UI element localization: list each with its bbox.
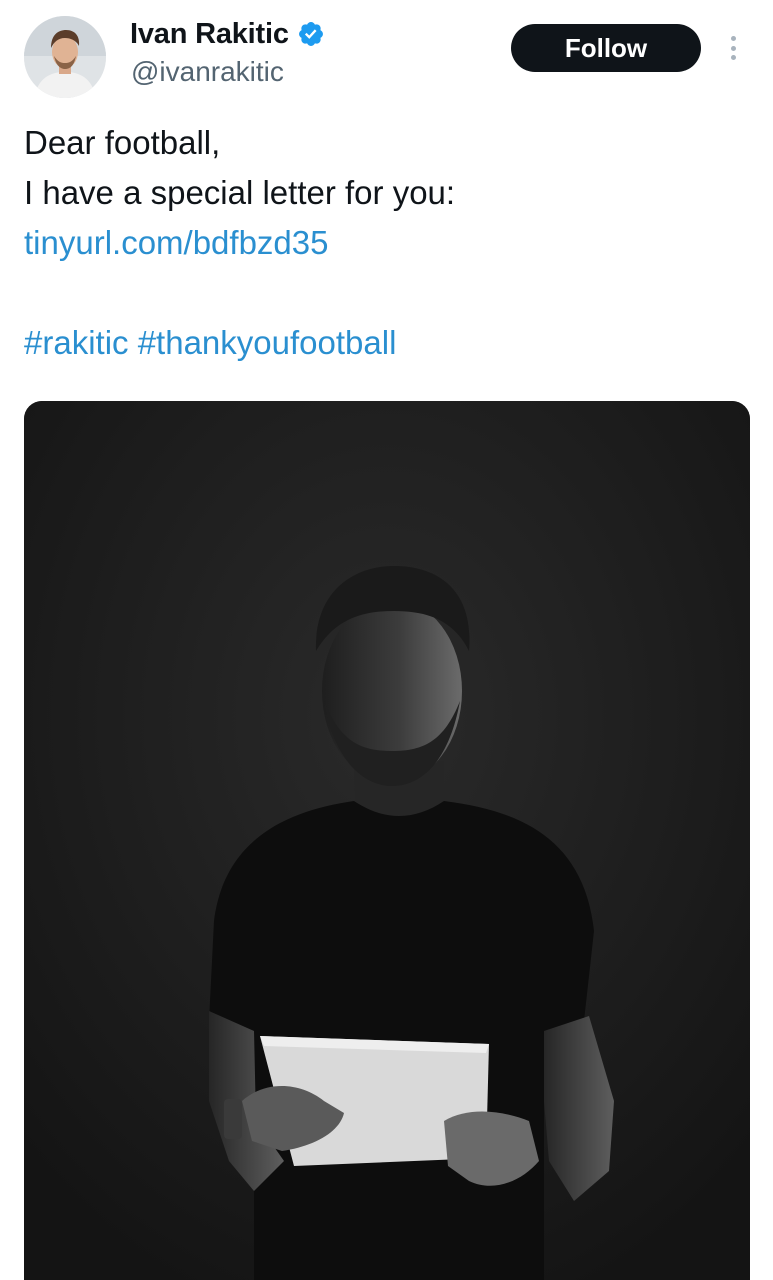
more-vertical-icon[interactable]: [722, 30, 744, 66]
author-name-row: Ivan Rakitic: [130, 16, 325, 52]
author-handle[interactable]: @ivanrakitic: [131, 56, 284, 88]
more-dot: [730, 36, 736, 41]
hashtag-row: #rakitic #thankyoufootball: [24, 318, 749, 368]
hashtag-rakitic[interactable]: #rakitic: [24, 324, 129, 361]
tweet-spacer: [24, 268, 749, 318]
tweet-media-image[interactable]: [24, 401, 750, 1280]
display-name[interactable]: Ivan Rakitic: [130, 18, 289, 51]
tweet-text: Dear football, I have a special letter f…: [24, 118, 749, 368]
follow-button[interactable]: Follow: [511, 24, 701, 72]
avatar-image: [24, 16, 106, 98]
more-dot: [730, 45, 736, 51]
tweet: Ivan Rakitic @ivanrakitic Follow Dear fo…: [0, 0, 773, 1280]
avatar[interactable]: [24, 16, 106, 98]
verified-badge-icon[interactable]: [297, 20, 325, 48]
more-dot: [730, 55, 736, 60]
tweet-link[interactable]: tinyurl.com/bdfbzd35: [24, 224, 329, 261]
hashtag-thankyoufootball[interactable]: #thankyoufootball: [138, 324, 397, 361]
tweet-line-letter: I have a special letter for you:: [24, 174, 456, 211]
photo-man-holding-letter: [24, 401, 750, 1280]
tweet-line-greeting: Dear football,: [24, 124, 221, 161]
